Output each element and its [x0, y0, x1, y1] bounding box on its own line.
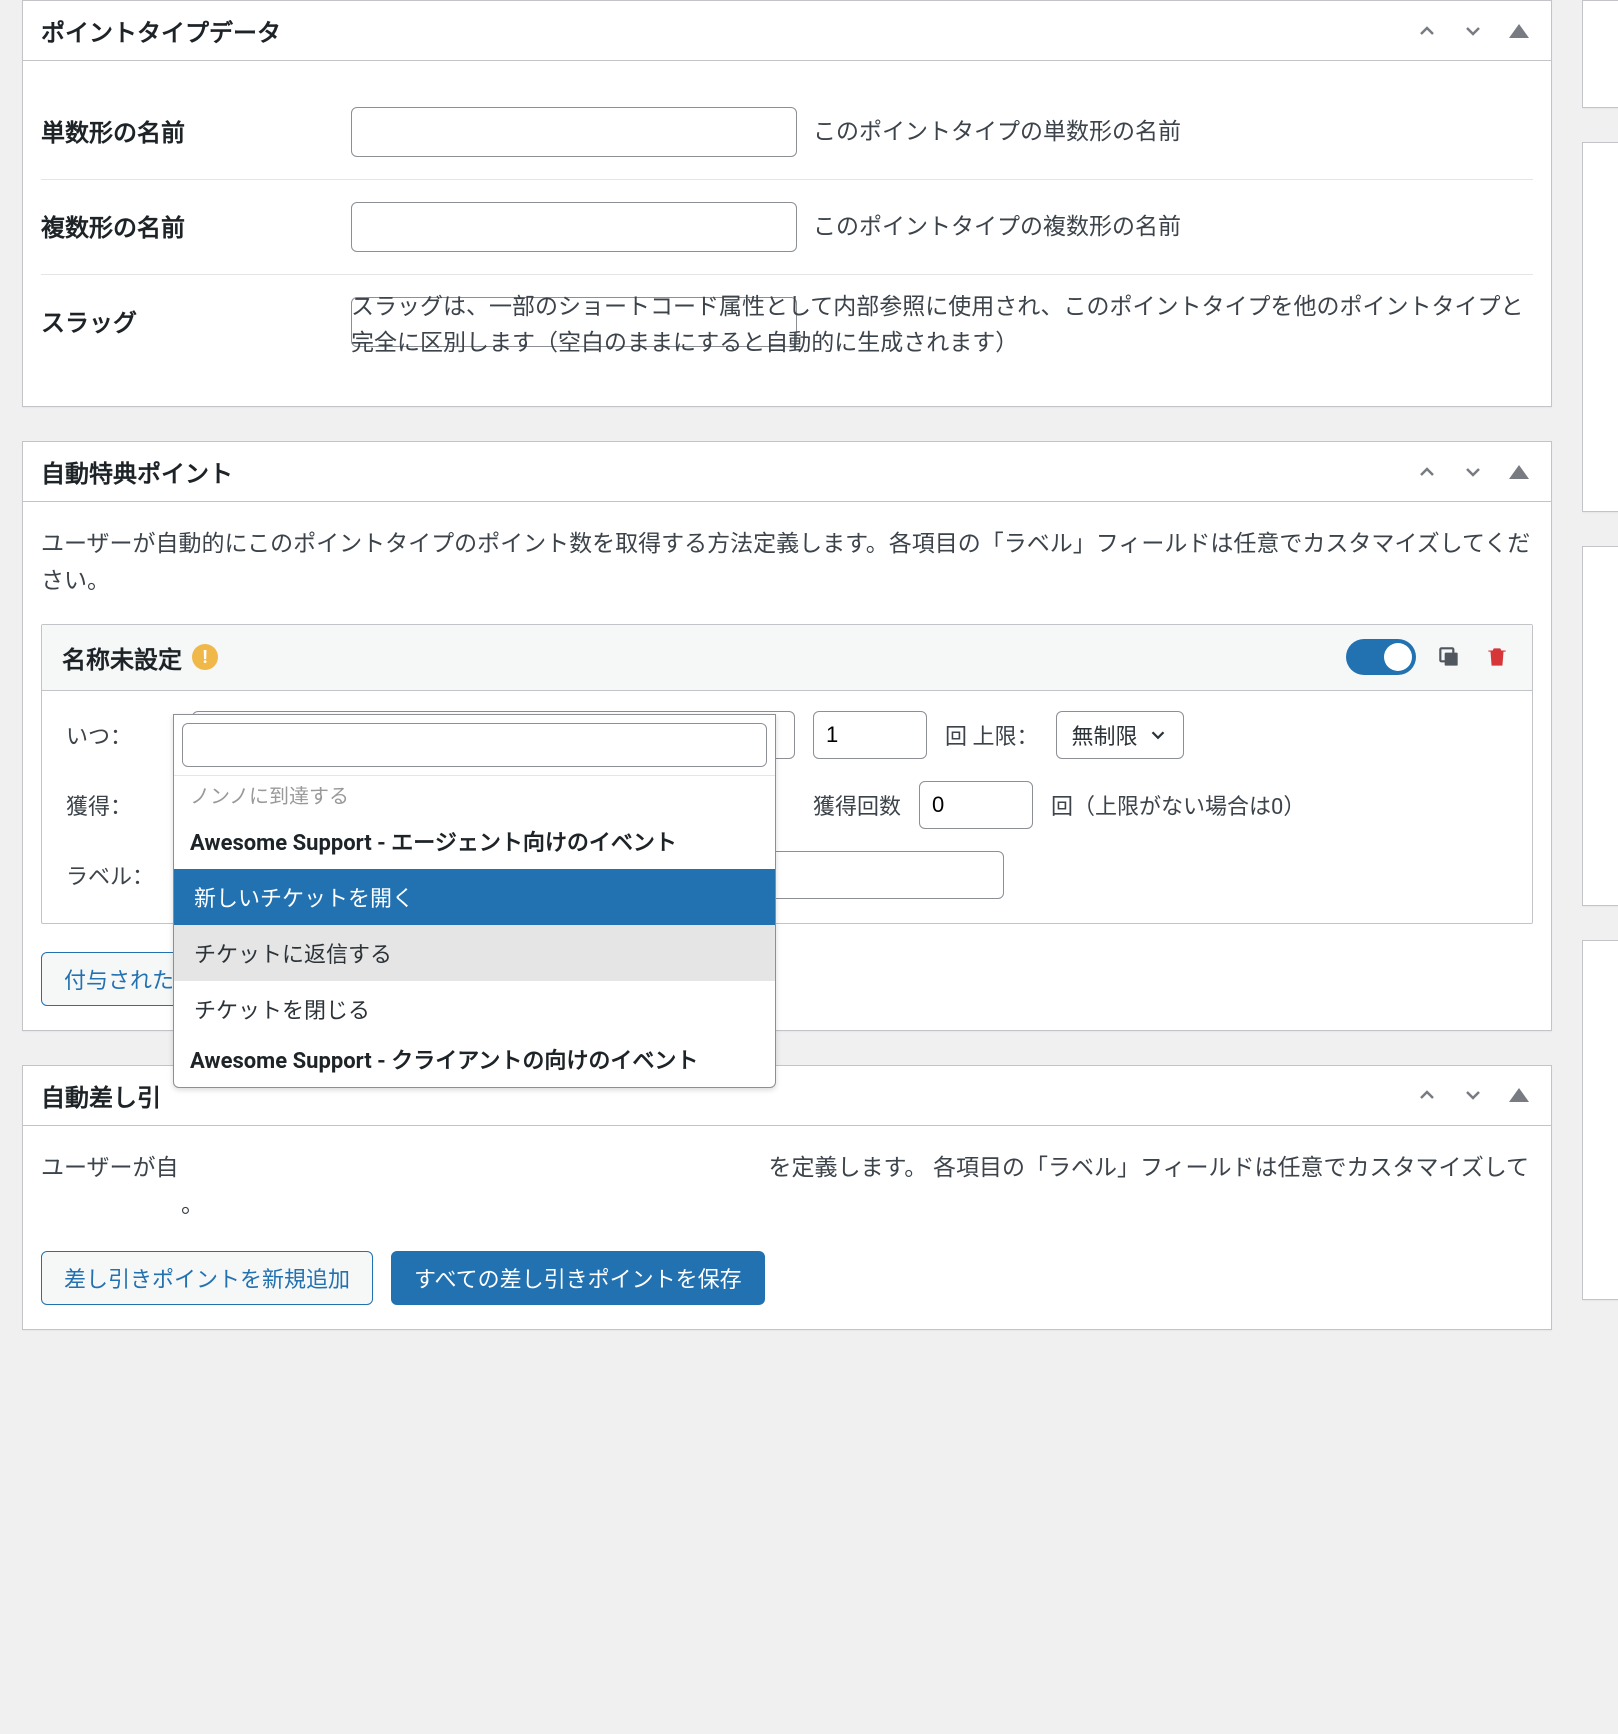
limit-select-value: 無制限 — [1071, 719, 1137, 751]
dropdown-item-open-ticket[interactable]: 新しいチケットを開く — [174, 869, 775, 925]
chevron-down-icon — [1147, 724, 1169, 746]
enable-toggle[interactable] — [1346, 639, 1416, 675]
dropdown-item-partial[interactable]: ノンノに到達する — [174, 776, 775, 819]
auto-award-desc: ユーザーが自動的にこのポイントタイプのポイント数を取得する方法定義します。各項目… — [41, 526, 1533, 600]
plural-name-desc: このポイントタイプの複数形の名前 — [813, 209, 1181, 245]
save-deduct-button[interactable]: すべての差し引きポイントを保存 — [391, 1251, 765, 1305]
collapse-icon[interactable] — [1505, 458, 1533, 486]
times-label: 回 上限： — [945, 719, 1038, 751]
metabox-title: ポイントタイプデータ — [41, 13, 281, 48]
metabox-body: ユーザーが自動的にこのポイントタイプのポイント数を取得する方法定義します。各項目… — [23, 502, 1551, 1030]
plural-name-row: 複数形の名前 このポイントタイプの複数形の名前 — [41, 180, 1533, 275]
times-input[interactable] — [813, 711, 927, 759]
singular-name-row: 単数形の名前 このポイントタイプの単数形の名前 — [41, 85, 1533, 180]
move-up-icon[interactable] — [1413, 458, 1441, 486]
move-down-icon[interactable] — [1459, 458, 1487, 486]
auto-deduct-desc: ユーザーが自を定義します。 各項目の「ラベル」フィールドは任意でカスタマイズして… — [41, 1150, 1533, 1224]
metabox-header-actions — [1413, 1081, 1533, 1109]
dropdown-group-client: Awesome Support - クライアントの向けのイベント — [174, 1037, 775, 1087]
singular-name-label: 単数形の名前 — [41, 107, 351, 148]
limit-select[interactable]: 無制限 — [1056, 711, 1184, 759]
metabox-header-actions — [1413, 458, 1533, 486]
when-label: いつ： — [66, 719, 174, 751]
move-down-icon[interactable] — [1459, 17, 1487, 45]
metabox-body: 単数形の名前 このポイントタイプの単数形の名前 複数形の名前 このポイントタイプ… — [23, 61, 1551, 406]
earn-times-label: 獲得回数 — [813, 789, 901, 821]
sidebar-clipped — [1582, 0, 1618, 1734]
move-up-icon[interactable] — [1413, 17, 1441, 45]
singular-name-desc: このポイントタイプの単数形の名前 — [813, 114, 1181, 150]
auto-deduct-metabox: 自動差し引 ユーザーが自を定義します。 各項目の「ラベル」フィールドは任意でカス… — [22, 1065, 1552, 1331]
metabox-title: 自動差し引 — [41, 1078, 161, 1113]
trash-icon[interactable] — [1482, 642, 1512, 672]
sidebar-box — [1582, 0, 1618, 108]
plural-name-label: 複数形の名前 — [41, 202, 351, 243]
slug-desc: スラッグは、一部のショートコード属性として内部参照に使用され、このポイントタイプ… — [351, 289, 1533, 360]
award-item-title: 名称未設定 — [62, 640, 182, 675]
auto-award-metabox: 自動特典ポイント ユーザーが自動的にこのポイントタイプのポイント数を取得する方法… — [22, 441, 1552, 1031]
singular-name-input[interactable] — [351, 107, 797, 157]
dropdown-search-input[interactable] — [182, 723, 767, 767]
metabox-header: ポイントタイプデータ — [23, 1, 1551, 61]
dropdown-search-wrap — [174, 715, 775, 776]
sidebar-box — [1582, 546, 1618, 906]
label-label: ラベル： — [66, 859, 174, 891]
move-down-icon[interactable] — [1459, 1081, 1487, 1109]
slug-label: スラッグ — [41, 297, 351, 338]
metabox-header-actions — [1413, 17, 1533, 45]
sidebar-box — [1582, 142, 1618, 512]
award-item-header: 名称未設定 ! — [42, 625, 1532, 691]
collapse-icon[interactable] — [1505, 1081, 1533, 1109]
metabox-title: 自動特典ポイント — [41, 454, 233, 489]
dropdown-item-reply-ticket[interactable]: チケットに返信する — [174, 925, 775, 981]
sidebar-box — [1582, 940, 1618, 1300]
earn-times-suffix: 回（上限がない場合は0） — [1051, 789, 1305, 821]
warning-icon: ! — [192, 644, 218, 670]
dropdown-group-agent: Awesome Support - エージェント向けのイベント — [174, 819, 775, 869]
metabox-body: ユーザーが自を定義します。 各項目の「ラベル」フィールドは任意でカスタマイズして… — [23, 1126, 1551, 1330]
slug-row: スラッグ スラッグは、一部のショートコード属性として内部参照に使用され、このポイ… — [41, 275, 1533, 382]
point-type-data-metabox: ポイントタイプデータ 単数形の名前 — [22, 0, 1552, 407]
earn-times-input[interactable] — [919, 781, 1033, 829]
plural-name-input[interactable] — [351, 202, 797, 252]
move-up-icon[interactable] — [1413, 1081, 1441, 1109]
metabox-header: 自動特典ポイント — [23, 442, 1551, 502]
copy-icon[interactable] — [1434, 642, 1464, 672]
when-dropdown: ノンノに到達する Awesome Support - エージェント向けのイベント… — [173, 714, 776, 1087]
dropdown-item-close-ticket[interactable]: チケットを閉じる — [174, 981, 775, 1037]
add-deduct-button[interactable]: 差し引きポイントを新規追加 — [41, 1251, 373, 1305]
earn-label: 獲得： — [66, 789, 174, 821]
auto-deduct-buttons: 差し引きポイントを新規追加 すべての差し引きポイントを保存 — [41, 1251, 1533, 1305]
collapse-icon[interactable] — [1505, 17, 1533, 45]
